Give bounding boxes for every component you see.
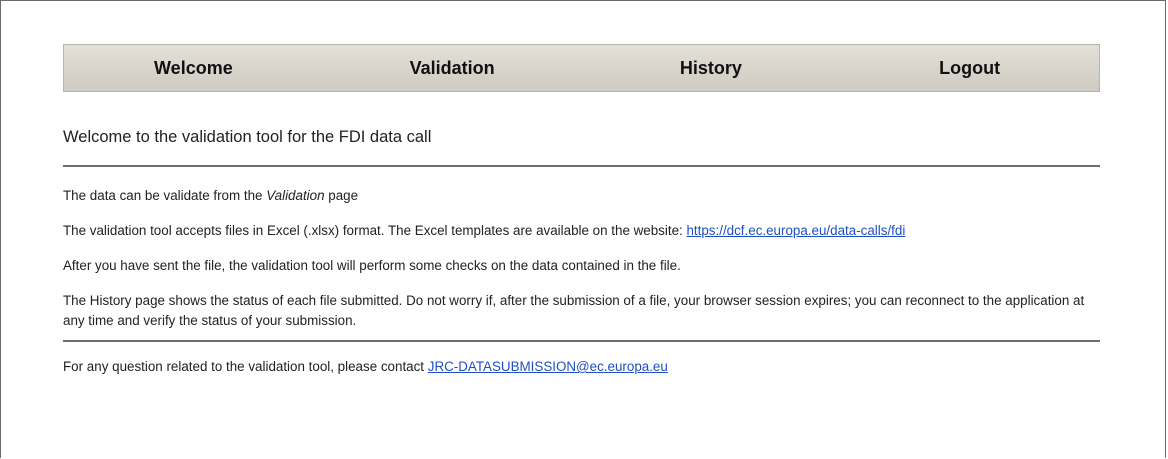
top-navigation: Welcome Validation History Logout (63, 44, 1100, 92)
p2-text: The validation tool accepts files in Exc… (63, 223, 687, 238)
main-content: Welcome Validation History Logout Welcom… (63, 44, 1100, 377)
history-note: The History page shows the status of eac… (63, 293, 1085, 328)
checks-note: After you have sent the file, the valida… (63, 258, 681, 273)
templates-website-link[interactable]: https://dcf.ec.europa.eu/data-calls/fdi (686, 223, 905, 238)
nav-validation[interactable]: Validation (323, 45, 582, 91)
contact-email-link[interactable]: JRC-DATASUBMISSION@ec.europa.eu (428, 359, 668, 374)
contact-divider (63, 340, 1100, 342)
title-divider (63, 165, 1100, 167)
nav-logout[interactable]: Logout (840, 45, 1099, 91)
p1-text-before: The data can be validate from the (63, 188, 267, 203)
contact-text: For any question related to the validati… (63, 359, 428, 374)
file-format-note: The validation tool accepts files in Exc… (63, 221, 1100, 241)
validation-page-note: The data can be validate from the Valida… (63, 186, 1100, 206)
nav-history[interactable]: History (582, 45, 841, 91)
page-title: Welcome to the validation tool for the F… (63, 128, 432, 146)
p1-text-after: page (324, 188, 359, 203)
contact-note: For any question related to the validati… (63, 357, 1100, 377)
nav-welcome[interactable]: Welcome (64, 45, 323, 91)
p1-emphasis: Validation (266, 188, 325, 203)
